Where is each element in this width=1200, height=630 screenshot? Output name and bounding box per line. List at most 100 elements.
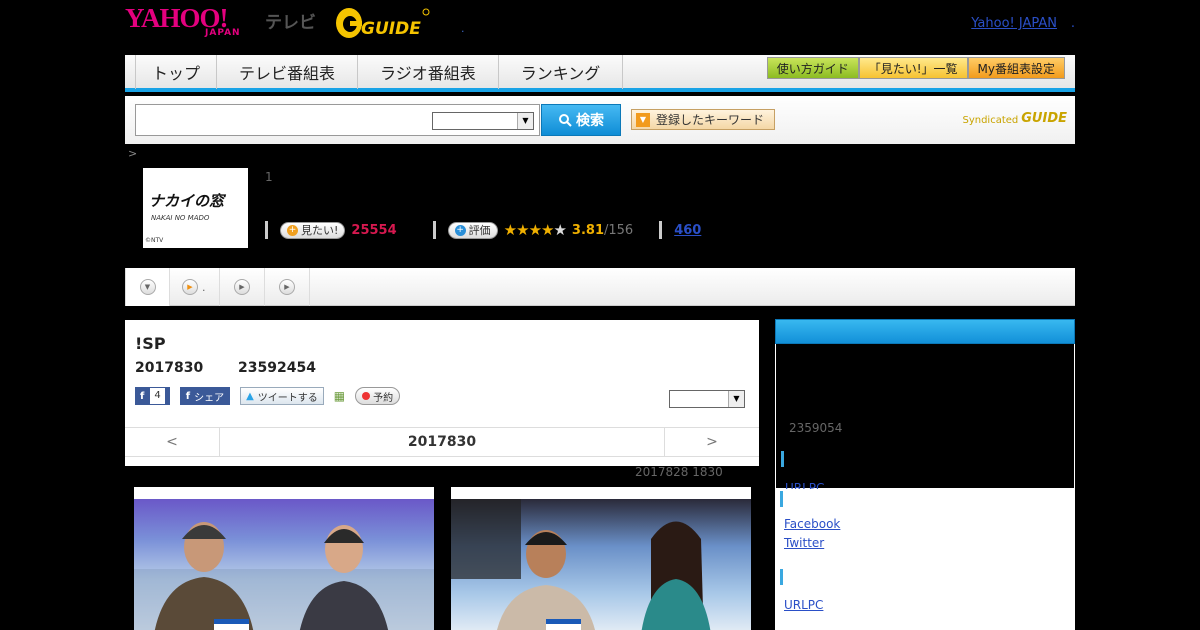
sidebar-twitter-link[interactable]: Twitter [784, 536, 824, 550]
share-label: シェア [194, 392, 225, 404]
gguide-logo-text: GUIDE [361, 19, 421, 39]
facebook-icon: f [140, 390, 145, 402]
review-count-link[interactable]: 460 [674, 223, 701, 238]
syndicated-text: Syndicated [962, 115, 1019, 126]
gguide-logo[interactable]: GUIDE [335, 6, 431, 40]
search-button-label: 検索 [576, 113, 604, 129]
pager-current-date: 2017830 [407, 434, 477, 450]
nav-tab-radio-listings[interactable]: ラジオ番組表 [357, 55, 498, 89]
sidebar-body: 2359054 URLPC [775, 344, 1075, 495]
tab-episodes-label: . [202, 280, 206, 294]
tab-reviews[interactable]: ▶ [220, 268, 265, 306]
mitai-count: 25554 [351, 222, 397, 238]
pager-next-button[interactable]: > [664, 428, 759, 456]
nav-buttons: 使い方ガイド 「見たい!」一覧 My番組表設定 [766, 57, 1065, 79]
registered-keywords-label: 登録したキーワード [656, 113, 765, 127]
plus-icon: + [287, 224, 298, 236]
star-rating: ★★★★★ [503, 221, 567, 239]
show-thumbnail-subtitle: NAKAI NO MADO [151, 214, 210, 222]
show-number: 1 [265, 170, 273, 184]
rating-score: 3.81 [571, 222, 604, 238]
half-star-icon: ★ [541, 221, 554, 239]
mitai-button[interactable]: + 見たい! [280, 221, 346, 239]
episode-title: !SP [135, 334, 166, 353]
star-empty-icon: ★ [553, 221, 566, 239]
header-dot: . [461, 22, 465, 35]
tab-info[interactable]: ▼ [125, 268, 170, 306]
yahoo-japan-link[interactable]: Yahoo! JAPAN [971, 16, 1057, 31]
facebook-share-button[interactable]: f シェア [179, 387, 231, 405]
episode-id: 23592454 [238, 360, 316, 376]
sidebar-section-marker [781, 451, 784, 467]
search-category-select[interactable]: ▼ [432, 112, 534, 130]
divider [432, 221, 436, 239]
sidebar-section-marker [780, 491, 783, 507]
record-dot-icon [362, 392, 371, 400]
sidebar: 2359054 URLPC Facebook Twitter URLPC [775, 319, 1075, 630]
rate-label: 評価 [468, 224, 491, 237]
nav-tab-ranking[interactable]: ランキング [497, 55, 624, 89]
episode-panel: !SP 2017830 23592454 f 4 f シェア ▲ ツイートする … [125, 320, 759, 466]
facebook-like-button[interactable]: f 4 [135, 387, 170, 405]
reserve-button[interactable]: 予約 [355, 387, 401, 405]
star-icon: ★ [503, 221, 517, 239]
mitai-list-button[interactable]: 「見たい!」一覧 [858, 57, 968, 79]
rating-count: /156 [604, 222, 634, 238]
header-link-suffix: . [1070, 16, 1075, 31]
episode-photo[interactable] [134, 487, 434, 630]
header: YAHOO! JAPAN テレビ GUIDE . Yahoo! JAPAN . [125, 0, 1075, 54]
episode-photo[interactable] [451, 487, 751, 630]
show-thumbnail-credit: ©NTV [145, 237, 164, 244]
chevron-down-icon: ▼ [139, 279, 156, 295]
episode-date: 2017830 [135, 360, 204, 376]
yahoo-logo[interactable]: YAHOO! [125, 5, 229, 32]
search-button[interactable]: 検索 [541, 104, 621, 136]
global-nav: トップ テレビ番組表 ラジオ番組表 ランキング 使い方ガイド 「見たい!」一覧 … [125, 55, 1075, 92]
show-thumbnail[interactable]: ナカイの窓 NAKAI NO MADO ©NTV [143, 168, 248, 248]
star-icon: ★ [528, 221, 542, 239]
date-pager: < 2017830 > [125, 427, 759, 457]
updated-timestamp: 2017828 1830 [635, 465, 723, 479]
show-thumbnail-title: ナカイの窓 [149, 192, 225, 210]
chevron-down-icon: ▼ [728, 391, 744, 407]
yahoo-logo-japan: JAPAN [205, 28, 241, 38]
play-icon: ▶ [182, 279, 198, 295]
nav-tab-top[interactable]: トップ [135, 55, 216, 89]
mitai-label: 見たい! [301, 224, 339, 237]
show-tabbar: ▼ ▶ . ▶ ▶ [125, 268, 1075, 306]
nav-tabs: トップ テレビ番組表 ラジオ番組表 ランキング [135, 55, 624, 89]
episode-select[interactable]: ▼ [669, 390, 745, 408]
registered-keywords-button[interactable]: ▼ 登録したキーワード [631, 109, 775, 130]
tweet-button[interactable]: ▲ ツイートする [240, 387, 324, 405]
search-icon [559, 114, 572, 127]
plus-icon: + [454, 224, 466, 236]
syndicated-badge: Syndicated GUIDE [962, 104, 1067, 126]
reserve-label: 予約 [373, 392, 394, 404]
chevron-down-icon: ▼ [517, 113, 533, 129]
calendar-add-icon[interactable]: ▦ [334, 389, 345, 403]
divider [265, 221, 268, 239]
sidebar-section-marker [780, 569, 783, 585]
nav-tab-tv-listings[interactable]: テレビ番組表 [216, 55, 357, 89]
twitter-bird-icon: ▲ [246, 390, 254, 402]
breadcrumb[interactable]: > [128, 147, 137, 160]
tweet-label: ツイートする [257, 392, 318, 404]
pager-prev-button[interactable]: < [125, 428, 220, 456]
sidebar-share-section: Facebook Twitter URLPC [775, 489, 1075, 630]
page: YAHOO! JAPAN テレビ GUIDE . Yahoo! JAPAN . … [125, 0, 1075, 630]
divider [659, 221, 663, 239]
sidebar-facebook-link[interactable]: Facebook [784, 517, 840, 531]
tab-episodes[interactable]: ▶ . [170, 268, 220, 306]
guide-button[interactable]: 使い方ガイド [766, 57, 859, 79]
sidebar-url-link-2[interactable]: URLPC [784, 598, 823, 612]
like-count: 4 [150, 388, 165, 404]
tv-label[interactable]: テレビ [265, 8, 316, 33]
show-stats: + 見たい! 25554 + 評価 ★★★★★ 3.81 /156 460 [265, 220, 701, 240]
sidebar-header [775, 319, 1075, 344]
photo-people [451, 499, 711, 630]
my-listings-button[interactable]: My番組表設定 [967, 57, 1065, 79]
social-buttons: f 4 f シェア ▲ ツイートする ▦ 予約 [135, 387, 401, 405]
play-icon: ▶ [279, 279, 295, 295]
rate-button[interactable]: + 評価 [447, 221, 498, 239]
tab-related[interactable]: ▶ [265, 268, 310, 306]
